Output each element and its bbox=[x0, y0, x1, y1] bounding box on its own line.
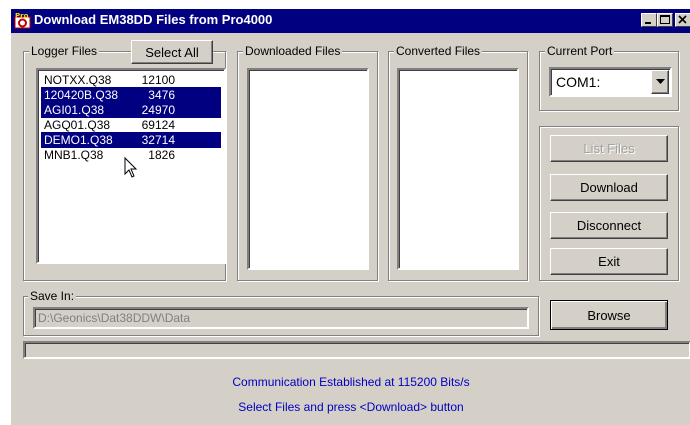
logger-file-name: 120420B.Q38 bbox=[44, 88, 119, 102]
pro-app-icon: Pro bbox=[14, 12, 31, 29]
logger-file-size: 1826 bbox=[148, 148, 175, 162]
downloaded-files-label: Downloaded Files bbox=[243, 44, 343, 58]
logger-file-size: 24970 bbox=[141, 103, 175, 117]
minimize-icon bbox=[645, 22, 651, 24]
logger-file-item[interactable]: NOTXX.Q38 12100 bbox=[41, 72, 221, 88]
disconnect-button[interactable]: Disconnect bbox=[550, 212, 668, 239]
logger-file-item[interactable]: DEMO1.Q38 32714 bbox=[41, 132, 221, 148]
logger-file-size: 12100 bbox=[141, 73, 175, 87]
download-window: Pro Download EM38DD Files from Pro4000 L… bbox=[10, 8, 690, 425]
chevron-down-icon bbox=[655, 79, 665, 84]
maximize-button[interactable] bbox=[657, 13, 673, 27]
progress-bar bbox=[23, 341, 690, 359]
title-bar[interactable]: Pro Download EM38DD Files from Pro4000 bbox=[11, 9, 690, 33]
logger-file-size: 32714 bbox=[141, 133, 175, 147]
logger-file-item[interactable]: AGQ01.Q38 69124 bbox=[41, 117, 221, 133]
logger-file-name: MNB1.Q38 bbox=[44, 148, 104, 162]
close-button[interactable] bbox=[675, 13, 690, 27]
current-port-label: Current Port bbox=[545, 44, 615, 58]
logger-file-item[interactable]: 120420B.Q38 3476 bbox=[41, 87, 221, 103]
logger-file-name: NOTXX.Q38 bbox=[44, 73, 112, 87]
save-in-label: Save In: bbox=[28, 289, 77, 303]
converted-files-label: Converted Files bbox=[394, 44, 483, 58]
browse-button[interactable]: Browse bbox=[550, 300, 668, 330]
converted-files-list[interactable] bbox=[397, 68, 519, 270]
select-all-button[interactable]: Select All bbox=[131, 40, 213, 64]
logger-file-name: AGI01.Q38 bbox=[44, 103, 105, 117]
port-select[interactable]: COM1: bbox=[549, 67, 672, 97]
port-dropdown-button[interactable] bbox=[651, 70, 669, 94]
save-in-path: D:\Geonics\Dat38DDW\Data bbox=[38, 311, 191, 325]
save-in-path-field[interactable]: D:\Geonics\Dat38DDW\Data bbox=[33, 307, 529, 329]
list-files-button[interactable]: List Files bbox=[550, 135, 668, 162]
downloaded-files-list[interactable] bbox=[247, 68, 369, 270]
logger-file-size: 69124 bbox=[141, 118, 175, 132]
logger-file-name: AGQ01.Q38 bbox=[44, 118, 111, 132]
download-button[interactable]: Download bbox=[550, 174, 668, 201]
minimize-button[interactable] bbox=[641, 13, 657, 27]
status-line-2: Select Files and press <Download> button bbox=[238, 400, 464, 414]
exit-button[interactable]: Exit bbox=[550, 248, 668, 275]
svg-text:Pro: Pro bbox=[15, 12, 29, 20]
logger-file-size: 3476 bbox=[148, 88, 175, 102]
logger-file-item[interactable]: AGI01.Q38 24970 bbox=[41, 102, 221, 118]
close-icon bbox=[678, 15, 687, 24]
mouse-pointer-icon bbox=[124, 157, 138, 178]
logger-file-name: DEMO1.Q38 bbox=[44, 133, 113, 147]
status-line-1: Communication Established at 115200 Bits… bbox=[232, 375, 470, 389]
port-select-value: COM1: bbox=[556, 74, 601, 90]
window-title: Download EM38DD Files from Pro4000 bbox=[34, 12, 273, 27]
maximize-icon bbox=[660, 15, 670, 24]
logger-files-label: Logger Files bbox=[29, 44, 100, 58]
